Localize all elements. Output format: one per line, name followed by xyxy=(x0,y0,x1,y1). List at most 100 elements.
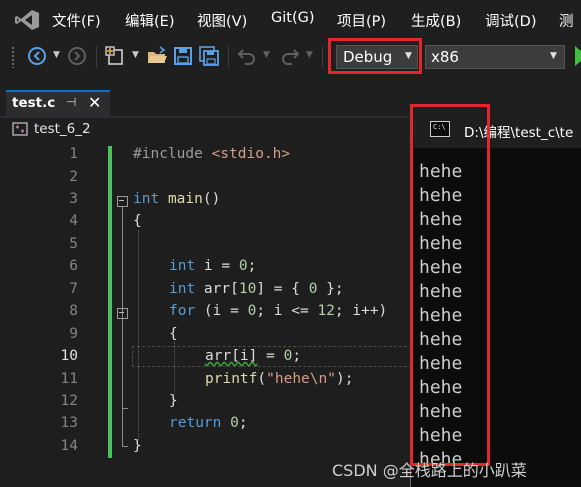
code-line-7: int arr[10] = { 0 }; xyxy=(169,281,344,297)
toolbar-separator xyxy=(322,46,323,68)
collapse-toggle[interactable] xyxy=(117,308,128,319)
code-text: i = xyxy=(195,258,239,274)
fold-guide xyxy=(122,207,123,447)
string-literal: "hehe\n" xyxy=(266,371,336,387)
line-number: 2 xyxy=(69,169,78,185)
menu-git[interactable]: Git(G) xyxy=(271,10,315,26)
code-text: ); xyxy=(335,371,354,387)
code-text: ( xyxy=(257,371,267,387)
menu-edit[interactable]: 编辑(E) xyxy=(125,10,174,31)
line-number-current: 10 xyxy=(60,348,78,364)
preprocessor-directive: #include xyxy=(133,146,212,162)
keyword: return xyxy=(169,415,222,431)
solution-platform-dropdown[interactable]: x86 ▼ xyxy=(425,45,565,69)
code-line-13: return 0; xyxy=(169,415,248,431)
line-number: 9 xyxy=(69,326,78,342)
code-text: (i = xyxy=(195,303,248,319)
code-text: ; xyxy=(292,348,302,364)
line-number: 1 xyxy=(69,146,78,162)
navigation-bar[interactable]: test_6_2 xyxy=(6,118,416,142)
toolbar-separator xyxy=(96,46,97,68)
line-number: 5 xyxy=(69,236,78,252)
code-line-12: } xyxy=(169,393,178,409)
keyword: for xyxy=(169,303,196,319)
save-all-icon[interactable] xyxy=(198,45,220,67)
number-literal: 0 xyxy=(238,258,248,274)
project-icon xyxy=(12,122,28,136)
code-text: arr[ xyxy=(195,281,239,297)
code-text: () xyxy=(202,191,221,207)
solution-platform-value: x86 xyxy=(431,48,459,66)
code-line-8: for (i = 0; i <= 12; i++) xyxy=(169,303,387,319)
fold-guide xyxy=(122,408,128,409)
menu-test[interactable]: 测 xyxy=(559,10,574,31)
keyword: int xyxy=(169,258,196,274)
number-literal: 0 xyxy=(230,415,239,431)
watermark: CSDN @全栈路上的小趴菜 xyxy=(332,461,527,480)
code-text: ; i++) xyxy=(334,303,388,319)
project-selector[interactable]: test_6_2 xyxy=(34,121,91,137)
code-line-9: { xyxy=(169,326,178,342)
menu-project[interactable]: 项目(P) xyxy=(337,10,386,31)
code-line-10: arr[i] = 0; xyxy=(205,348,301,364)
menu-view[interactable]: 视图(V) xyxy=(197,10,247,31)
code-text: ; xyxy=(238,415,248,431)
code-line-1: #include <stdio.h> xyxy=(133,146,290,162)
function-name: printf xyxy=(205,371,258,387)
code-line-4: { xyxy=(133,213,142,229)
collapse-toggle[interactable] xyxy=(117,196,128,207)
menu-build[interactable]: 生成(B) xyxy=(411,10,461,31)
back-dropdown-icon[interactable]: ▼ xyxy=(53,50,60,60)
line-number: 6 xyxy=(69,258,78,274)
tab-test-c[interactable]: test.c ⊣ ✕ xyxy=(6,90,110,116)
start-debugging-button[interactable] xyxy=(575,46,581,66)
code-text: ; i <= xyxy=(256,303,318,319)
undo-dropdown-icon[interactable]: ▼ xyxy=(263,50,270,60)
line-number: 12 xyxy=(60,393,78,409)
menu-file[interactable]: 文件(F) xyxy=(52,10,101,31)
configuration-highlight-box xyxy=(328,38,422,74)
fold-guide xyxy=(122,446,128,447)
chevron-down-icon: ▼ xyxy=(550,51,557,61)
undo-icon[interactable] xyxy=(236,45,258,67)
toolbar-grip[interactable] xyxy=(11,46,15,68)
redo-icon[interactable] xyxy=(279,45,301,67)
new-item-dropdown-icon[interactable]: ▼ xyxy=(132,50,139,60)
forward-icon[interactable] xyxy=(66,45,88,67)
close-icon[interactable]: ✕ xyxy=(88,93,101,112)
code-text: }; xyxy=(317,281,344,297)
visual-studio-logo-icon[interactable] xyxy=(14,9,40,31)
code-text: ] = { xyxy=(256,281,309,297)
code-line-14: } xyxy=(133,438,142,454)
warning-squiggle[interactable]: arr[i] xyxy=(205,348,257,364)
pin-icon[interactable]: ⊣ xyxy=(66,95,76,109)
code-line-3: int main() xyxy=(133,191,220,207)
line-number: 7 xyxy=(69,281,78,297)
line-number: 8 xyxy=(69,303,78,319)
number-literal: 12 xyxy=(317,303,335,319)
line-number: 13 xyxy=(60,415,78,431)
code-text: = xyxy=(257,348,284,364)
function-name: main xyxy=(167,191,203,207)
tab-label: test.c xyxy=(12,95,56,111)
code-line-11: printf("hehe\n"); xyxy=(205,371,353,387)
redo-dropdown-icon[interactable]: ▼ xyxy=(306,50,313,60)
line-number: 3 xyxy=(69,191,78,207)
toolbar-separator xyxy=(228,46,229,68)
code-line-6: int i = 0; xyxy=(169,258,256,274)
save-icon[interactable] xyxy=(172,45,194,67)
number-literal: 10 xyxy=(238,281,257,297)
keyword: int xyxy=(169,281,196,297)
code-text: ; xyxy=(247,258,257,274)
new-item-icon[interactable] xyxy=(104,45,126,67)
line-number: 11 xyxy=(60,371,78,387)
line-number: 4 xyxy=(69,213,78,229)
keyword: int xyxy=(133,191,160,207)
indent-guide xyxy=(138,230,139,440)
open-folder-icon[interactable] xyxy=(146,45,168,67)
saved-changes-bar xyxy=(108,146,112,458)
menu-debug[interactable]: 调试(D) xyxy=(485,10,536,31)
back-icon[interactable] xyxy=(26,45,48,67)
include-header: <stdio.h> xyxy=(211,146,291,162)
